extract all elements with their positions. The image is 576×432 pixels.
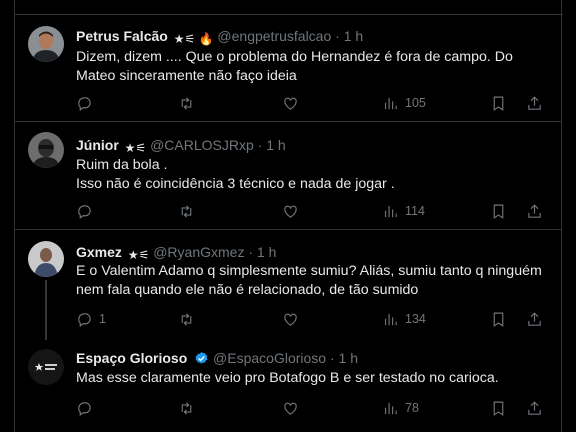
like-icon xyxy=(284,402,297,415)
retweet-button[interactable] xyxy=(178,309,195,329)
reply-button[interactable]: 1 xyxy=(76,309,106,329)
bookmark-icon xyxy=(493,401,504,416)
bookmark-icon xyxy=(493,312,504,327)
views-button[interactable]: 114 xyxy=(382,201,425,221)
action-bar: 1 134 xyxy=(76,309,546,329)
verified-badge-icon xyxy=(195,351,208,364)
tweet-text: Dizem, dizem .... Que o problema do Hern… xyxy=(76,49,513,84)
display-name[interactable]: Júnior xyxy=(76,137,119,153)
tweet-header: Petrus Falcão ★⚟ 🔥 @engpetrusfalcao · 1 … xyxy=(76,27,363,48)
name-badges: ★⚟ 🔥 xyxy=(173,32,214,46)
separator: · xyxy=(248,244,254,260)
reply-button[interactable] xyxy=(76,93,99,113)
timeline: Petrus Falcão ★⚟ 🔥 @engpetrusfalcao · 1 … xyxy=(14,0,563,432)
action-bar: 78 xyxy=(76,398,546,418)
bookmark-button[interactable] xyxy=(490,201,507,221)
name-badges: ★⚟ xyxy=(124,141,147,155)
like-button[interactable] xyxy=(282,309,299,329)
views-icon xyxy=(384,97,397,109)
share-button[interactable] xyxy=(526,201,543,221)
share-button[interactable] xyxy=(526,93,543,113)
handle[interactable]: @CARLOSJRxp xyxy=(150,137,254,153)
display-name[interactable]: Petrus Falcão xyxy=(76,28,168,44)
like-icon xyxy=(284,205,297,218)
tweet-espaco-glorioso[interactable]: Espaço Glorioso @EspacoGlorioso · 1 h Ma… xyxy=(15,338,561,432)
retweet-button[interactable] xyxy=(178,93,195,113)
views-count: 134 xyxy=(405,312,426,326)
like-icon xyxy=(284,313,297,326)
tweet-text: Ruim da bola . Isso não é coincidência 3… xyxy=(76,157,395,192)
views-button[interactable]: 105 xyxy=(382,93,426,113)
bookmark-button[interactable] xyxy=(490,309,507,329)
verified-badge xyxy=(191,350,213,366)
tweet-header: Espaço Glorioso @EspacoGlorioso · 1 h xyxy=(76,349,358,367)
views-icon xyxy=(384,402,397,414)
display-name[interactable]: Gxmez xyxy=(76,244,122,260)
separator: · xyxy=(257,137,263,153)
bookmark-button[interactable] xyxy=(490,93,507,113)
handle[interactable]: @EspacoGlorioso xyxy=(213,350,326,366)
bookmark-button[interactable] xyxy=(490,398,507,418)
tweet-header: Júnior ★⚟ @CARLOSJRxp · 1 h xyxy=(76,136,286,157)
separator: · xyxy=(329,350,335,366)
retweet-icon xyxy=(181,312,192,326)
like-button[interactable] xyxy=(282,201,299,221)
tweet-gxmez[interactable]: Gxmez ★⚟ @RyanGxmez · 1 h E o Valentim A… xyxy=(15,230,561,340)
reply-button[interactable] xyxy=(76,398,99,418)
bookmark-icon xyxy=(493,204,504,219)
action-bar: 114 xyxy=(76,201,546,221)
views-count: 78 xyxy=(405,401,419,415)
views-button[interactable]: 78 xyxy=(382,398,419,418)
timestamp[interactable]: 1 h xyxy=(344,28,363,44)
timestamp[interactable]: 1 h xyxy=(266,137,285,153)
reply-count: 1 xyxy=(99,312,106,326)
share-icon xyxy=(528,400,541,415)
timestamp[interactable]: 1 h xyxy=(339,350,358,366)
share-button[interactable] xyxy=(526,398,543,418)
bookmark-icon xyxy=(493,96,504,111)
reply-icon xyxy=(78,204,91,219)
like-button[interactable] xyxy=(282,398,299,418)
retweet-icon xyxy=(181,204,192,218)
separator: · xyxy=(335,28,340,44)
avatar[interactable] xyxy=(28,349,64,385)
views-count: 114 xyxy=(405,204,425,218)
tweet-petrus[interactable]: Petrus Falcão ★⚟ 🔥 @engpetrusfalcao · 1 … xyxy=(15,15,561,121)
views-icon xyxy=(384,205,397,217)
avatar[interactable] xyxy=(28,132,64,168)
avatar[interactable] xyxy=(28,241,64,277)
views-button[interactable]: 134 xyxy=(382,309,426,329)
tweet-junior[interactable]: Júnior ★⚟ @CARLOSJRxp · 1 h Ruim da bola… xyxy=(15,122,561,229)
tweet-text: E o Valentim Adamo q simplesmente sumiu?… xyxy=(76,263,542,298)
share-icon xyxy=(528,311,541,326)
thread-connector xyxy=(45,280,47,340)
tweet-text: Mas esse claramente veio pro Botafogo B … xyxy=(76,370,499,386)
tweet-header: Gxmez ★⚟ @RyanGxmez · 1 h xyxy=(76,243,276,264)
retweet-icon xyxy=(181,96,192,110)
action-bar: 105 xyxy=(76,93,546,113)
retweet-button[interactable] xyxy=(178,201,195,221)
retweet-button[interactable] xyxy=(178,398,195,418)
display-name[interactable]: Espaço Glorioso xyxy=(76,350,187,366)
share-icon xyxy=(528,95,541,110)
retweet-icon xyxy=(181,401,192,415)
like-icon xyxy=(284,97,297,110)
share-button[interactable] xyxy=(526,309,543,329)
timestamp[interactable]: 1 h xyxy=(257,244,276,260)
like-button[interactable] xyxy=(282,93,299,113)
views-icon xyxy=(384,313,397,325)
handle[interactable]: @engpetrusfalcao xyxy=(217,28,331,44)
reply-icon xyxy=(78,96,91,111)
reply-icon xyxy=(78,401,91,416)
views-count: 105 xyxy=(405,96,426,110)
avatar[interactable] xyxy=(28,26,64,62)
reply-icon xyxy=(78,312,91,327)
share-icon xyxy=(528,203,541,218)
reply-button[interactable] xyxy=(76,201,99,221)
handle[interactable]: @RyanGxmez xyxy=(153,244,244,260)
